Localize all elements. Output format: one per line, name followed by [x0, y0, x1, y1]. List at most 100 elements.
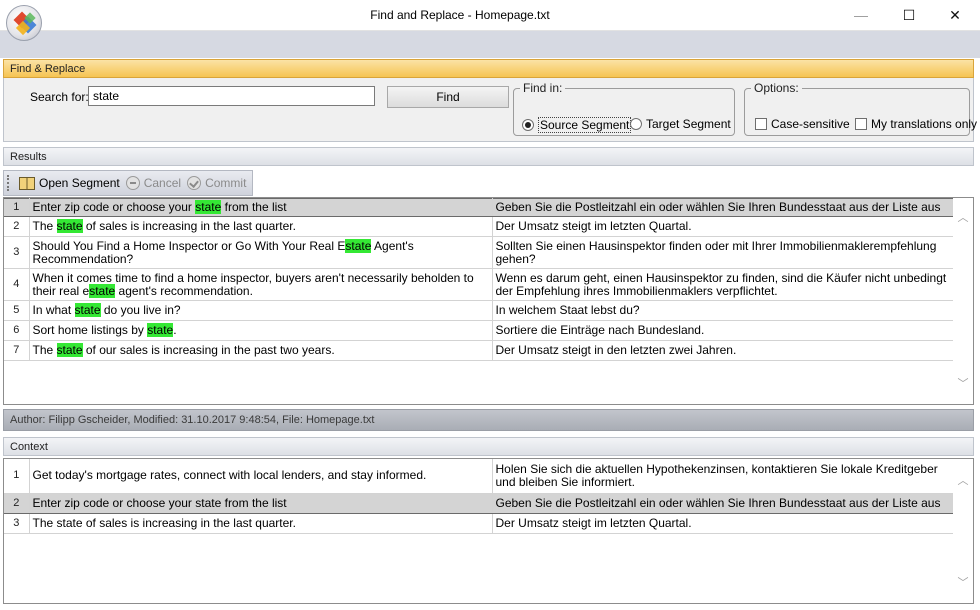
commit-check-icon: [187, 176, 202, 190]
results-row[interactable]: 1 Enter zip code or choose your state fro…: [4, 198, 955, 217]
find-in-legend: Find in:: [523, 81, 563, 95]
search-hit-highlight: state: [345, 238, 372, 253]
results-grid[interactable]: 1 Enter zip code or choose your state fro…: [3, 197, 974, 405]
toolbar-grip-icon[interactable]: [7, 175, 13, 191]
checkbox-unchecked-icon[interactable]: [855, 118, 867, 130]
source-cell: Should You Find a Home Inspector or Go W…: [29, 236, 493, 269]
target-cell: Sortiere die Einträge nach Bundesland.: [492, 320, 955, 341]
my-translations-checkbox[interactable]: My translations only: [855, 117, 977, 131]
commit-label: Commit: [205, 176, 247, 190]
app-logo-icon[interactable]: [6, 5, 42, 41]
open-book-icon: [19, 176, 35, 190]
context-table: 1 Get today's mortgage rates, connect wit…: [4, 459, 955, 534]
search-hit-highlight: state: [74, 303, 101, 317]
checkbox-unchecked-icon[interactable]: [755, 118, 767, 130]
results-row[interactable]: 3 Should You Find a Home Inspector or Go …: [4, 236, 955, 269]
source-segment-radio[interactable]: Source Segment: [522, 117, 632, 133]
scroll-up-icon[interactable]: ︿: [957, 212, 969, 224]
target-cell: Der Umsatz steigt im letzten Quartal.: [492, 513, 955, 534]
results-row[interactable]: 7 The state of our sales is increasing in…: [4, 340, 955, 361]
search-hit-highlight: state: [56, 219, 83, 233]
radio-unselected-icon[interactable]: [630, 118, 642, 130]
row-number: 3: [4, 236, 30, 269]
source-text: from the list: [221, 200, 287, 214]
source-text: Sort home listings by: [32, 323, 148, 337]
source-text: In what: [32, 303, 75, 317]
options-group: Options: Case-sensitive My translations …: [744, 81, 977, 136]
maximize-button[interactable]: ☐: [886, 0, 932, 31]
results-row[interactable]: 5 In what state do you live in? In welchem…: [4, 300, 955, 321]
results-row[interactable]: 2 The state of sales is increasing in the…: [4, 216, 955, 237]
row-number: 7: [4, 340, 30, 361]
context-row[interactable]: 2 Enter zip code or choose your state fro…: [4, 492, 955, 514]
results-header: Results: [3, 147, 974, 166]
find-in-group: Find in: Source Segment Target Segment: [513, 81, 735, 136]
source-segment-label: Source Segment: [538, 117, 632, 133]
source-text: Should You Find a Home Inspector or Go W…: [32, 238, 346, 253]
context-row[interactable]: 1 Get today's mortgage rates, connect wit…: [4, 459, 955, 494]
search-hit-highlight: state: [195, 200, 222, 214]
results-table: 1 Enter zip code or choose your state fro…: [4, 198, 955, 361]
options-legend: Options:: [754, 81, 799, 95]
source-text: of sales is increasing in the last quart…: [82, 219, 296, 233]
context-grid[interactable]: 1 Get today's mortgage rates, connect wit…: [3, 458, 974, 604]
case-sensitive-label: Case-sensitive: [771, 117, 850, 131]
open-segment-button[interactable]: Open Segment: [19, 176, 120, 190]
results-row[interactable]: 6 Sort home listings by state. Sortiere di…: [4, 320, 955, 341]
source-text: do you live in?: [100, 303, 181, 317]
row-number: 4: [4, 268, 30, 301]
cancel-label: Cancel: [143, 176, 182, 190]
target-cell: Wenn es darum geht, einen Hausinspektor …: [492, 268, 955, 301]
scroll-down-icon[interactable]: ﹀: [957, 577, 969, 589]
close-button[interactable]: ✕: [932, 0, 978, 31]
author-info-bar: Author: Filipp Gscheider, Modified: 31.1…: [3, 409, 974, 431]
scroll-down-icon[interactable]: ﹀: [957, 378, 969, 390]
search-input[interactable]: [88, 86, 375, 106]
find-replace-panel: Search for: Find Find in: Source Segment…: [3, 78, 977, 142]
scroll-up-icon[interactable]: ︿: [957, 475, 969, 487]
row-number: 5: [4, 300, 30, 321]
target-cell: Holen Sie sich die aktuellen Hypothekenz…: [492, 459, 955, 494]
cancel-icon: [125, 176, 140, 190]
row-number: 2: [4, 216, 30, 237]
search-hit-highlight: state: [56, 343, 83, 357]
context-header: Context: [3, 437, 974, 456]
source-cell: The state of our sales is increasing in …: [29, 340, 493, 361]
minimize-button[interactable]: —: [838, 0, 884, 31]
source-text: Enter zip code or choose your: [32, 200, 196, 214]
row-number: 1: [4, 459, 30, 494]
target-segment-radio[interactable]: Target Segment: [630, 117, 731, 131]
radio-selected-icon[interactable]: [522, 119, 534, 131]
target-cell: Geben Sie die Postleitzahl ein oder wähl…: [492, 198, 955, 217]
results-row[interactable]: 4 When it comes time to find a home inspe…: [4, 268, 955, 301]
find-button[interactable]: Find: [387, 86, 509, 108]
target-cell: Der Umsatz steigt in den letzten zwei Ja…: [492, 340, 955, 361]
my-translations-label: My translations only: [871, 117, 978, 131]
source-cell: The state of sales is increasing in the …: [29, 513, 493, 534]
target-cell: Der Umsatz steigt im letzten Quartal.: [492, 216, 955, 237]
context-row[interactable]: 3 The state of sales is increasing in the…: [4, 513, 955, 534]
source-text: of our sales is increasing in the past t…: [82, 343, 335, 357]
source-text: agent's recommendation.: [115, 283, 253, 298]
context-scrollbar[interactable]: ︿ ﹀: [953, 459, 973, 603]
source-cell: In what state do you live in?: [29, 300, 493, 321]
target-cell: Sollten Sie einen Hausinspektor finden o…: [492, 236, 955, 269]
window-title: Find and Replace - Homepage.txt: [370, 8, 550, 22]
target-segment-label: Target Segment: [646, 117, 731, 131]
search-hit-highlight: state: [147, 323, 174, 337]
row-number: 2: [4, 492, 30, 514]
row-number: 1: [4, 198, 30, 217]
row-number: 6: [4, 320, 30, 341]
ribbon-band: [0, 31, 980, 58]
target-cell: In welchem Staat lebst du?: [492, 300, 955, 321]
cancel-button[interactable]: Cancel: [125, 176, 182, 190]
title-bar: Find and Replace - Homepage.txt — ☐ ✕: [0, 0, 980, 41]
commit-button[interactable]: Commit: [187, 176, 246, 190]
results-scrollbar[interactable]: ︿ ﹀: [953, 198, 973, 404]
source-cell: Get today's mortgage rates, connect with…: [29, 459, 493, 494]
case-sensitive-checkbox[interactable]: Case-sensitive: [755, 117, 850, 131]
results-toolbar: Open Segment Cancel Commit: [3, 170, 253, 196]
source-cell: The state of sales is increasing in the …: [29, 216, 493, 237]
target-cell: Geben Sie die Postleitzahl ein oder wähl…: [492, 492, 955, 514]
source-cell: Sort home listings by state.: [29, 320, 493, 341]
